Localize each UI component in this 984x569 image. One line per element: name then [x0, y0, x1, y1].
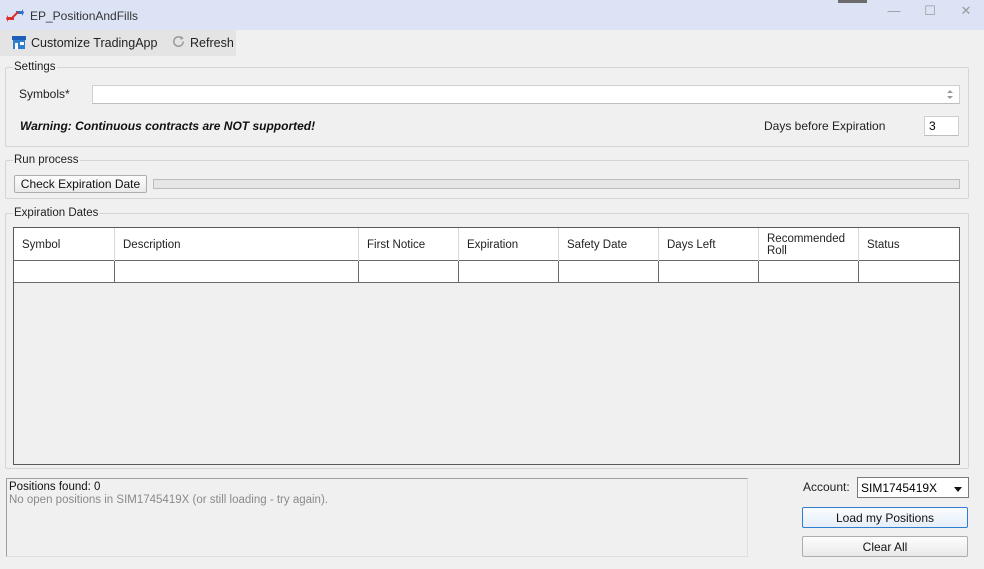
column-header-safety-date[interactable]: Safety Date — [559, 228, 659, 261]
table-cell[interactable] — [659, 261, 759, 282]
title-accent-bar — [838, 0, 867, 3]
minimize-button[interactable]: — — [876, 2, 912, 24]
symbols-label: Symbols* — [19, 87, 70, 101]
account-label: Account: — [803, 480, 850, 494]
grid-header: Symbol Description First Notice Expirati… — [14, 228, 959, 261]
column-header-days-left[interactable]: Days Left — [659, 228, 759, 261]
account-selected-value: SIM1745419X — [861, 480, 938, 495]
no-open-positions-text: No open positions in SIM1745419X (or sti… — [9, 494, 328, 506]
table-row[interactable] — [14, 261, 959, 283]
run-process-group-label: Run process — [13, 154, 80, 166]
title-bar — [0, 0, 984, 30]
refresh-button[interactable]: Refresh — [171, 34, 234, 52]
table-cell[interactable] — [559, 261, 659, 282]
positions-found-text: Positions found: 0 — [9, 481, 101, 493]
expiration-dates-group-label: Expiration Dates — [13, 207, 100, 219]
continuous-contracts-warning: Warning: Continuous contracts are NOT su… — [20, 119, 316, 133]
refresh-label: Refresh — [190, 36, 234, 50]
column-header-status[interactable]: Status — [859, 228, 959, 261]
customize-tradingapp-button[interactable]: Customize TradingApp — [11, 34, 157, 52]
table-cell[interactable] — [859, 261, 959, 282]
days-before-expiration-label: Days before Expiration — [764, 119, 886, 133]
expiration-dates-grid[interactable]: Symbol Description First Notice Expirati… — [13, 227, 960, 465]
store-icon — [11, 34, 27, 53]
column-header-symbol[interactable]: Symbol — [14, 228, 115, 261]
column-header-expiration[interactable]: Expiration — [459, 228, 559, 261]
load-my-positions-button[interactable]: Load my Positions — [802, 507, 968, 528]
run-progress-bar — [153, 179, 960, 189]
table-cell[interactable] — [359, 261, 459, 282]
positions-log[interactable]: Positions found: 0 No open positions in … — [6, 478, 748, 557]
days-before-expiration-input[interactable]: 3 — [924, 116, 959, 136]
column-header-description[interactable]: Description — [115, 228, 359, 261]
column-header-first-notice[interactable]: First Notice — [359, 228, 459, 261]
close-button[interactable]: ✕ — [948, 2, 984, 24]
symbols-input[interactable] — [92, 85, 960, 104]
account-select[interactable]: SIM1745419X — [857, 477, 969, 498]
maximize-button[interactable]: ☐ — [912, 2, 948, 24]
table-cell[interactable] — [14, 261, 115, 282]
check-expiration-date-button[interactable]: Check Expiration Date — [14, 175, 147, 193]
clear-all-button[interactable]: Clear All — [802, 536, 968, 557]
symbols-scroll-arrows-icon[interactable] — [943, 87, 957, 102]
window-title: EP_PositionAndFills — [30, 9, 139, 23]
table-cell[interactable] — [759, 261, 859, 282]
customize-label: Customize TradingApp — [31, 36, 158, 50]
settings-group — [5, 67, 969, 147]
table-cell[interactable] — [459, 261, 559, 282]
table-cell[interactable] — [115, 261, 359, 282]
dropdown-arrow-icon — [954, 481, 962, 495]
settings-group-label: Settings — [13, 61, 57, 73]
column-header-recommended-roll[interactable]: Recommended Roll — [759, 228, 859, 261]
app-arrows-icon — [6, 8, 24, 24]
refresh-icon — [171, 34, 186, 52]
